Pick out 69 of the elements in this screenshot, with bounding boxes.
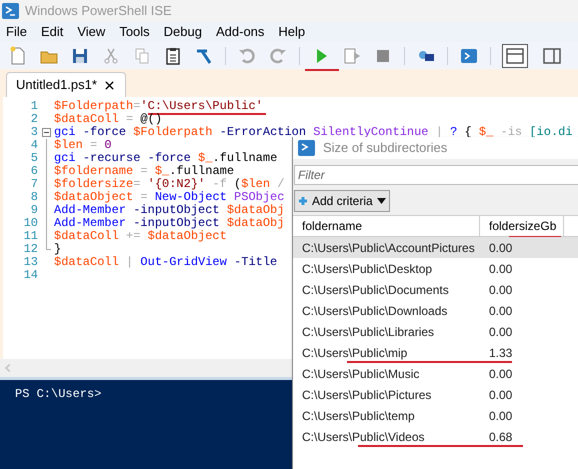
code-line: $dataColl += $dataObject bbox=[54, 230, 227, 243]
line-number: 10 bbox=[22, 217, 38, 230]
column-header[interactable]: foldername bbox=[293, 216, 480, 236]
table-cell-text: C:\Users\Public\Desktop bbox=[301, 260, 434, 276]
table-cell-text: C:\Users\Public\Downloads bbox=[301, 302, 448, 318]
window-title: Windows PowerShell ISE bbox=[25, 2, 172, 20]
underline-mark bbox=[305, 68, 339, 70]
run-selection-icon[interactable] bbox=[342, 46, 362, 66]
line-number: 2 bbox=[30, 113, 38, 126]
table-cell-text: 0.00 bbox=[488, 324, 514, 340]
dialog-title: Size of subdirectories bbox=[323, 139, 448, 158]
table-cell-text: 0.00 bbox=[488, 386, 514, 402]
menu-item[interactable]: Debug bbox=[164, 22, 202, 42]
table-cell-text: C:\Users\Public\Music bbox=[301, 366, 420, 382]
table-cell-text: 0.00 bbox=[488, 282, 514, 298]
table-cell-text: 0.00 bbox=[488, 240, 514, 256]
file-tab[interactable]: Untitled1.ps1* bbox=[6, 72, 126, 97]
code-line: Add-Member -inputObject $dataObj bbox=[54, 204, 284, 217]
powershell-logo-icon bbox=[298, 140, 315, 156]
line-number: 3 bbox=[30, 126, 38, 139]
menu-item[interactable]: Help bbox=[278, 22, 306, 42]
code-line: } bbox=[54, 243, 62, 256]
line-number: 5 bbox=[30, 152, 38, 165]
code-line: gci -recurse -force $_.fullname bbox=[54, 152, 278, 165]
line-number: 11 bbox=[22, 230, 38, 243]
table-cell-text: C:\Users\Public\mip bbox=[301, 344, 408, 360]
collapse-icon[interactable] bbox=[42, 128, 50, 137]
table-cell-text: 0.00 bbox=[488, 408, 514, 424]
menu-item[interactable]: Add-ons bbox=[216, 22, 264, 42]
line-number: 1 bbox=[30, 100, 38, 113]
caret-icon bbox=[376, 198, 386, 204]
code-line: Add-Member -inputObject $dataObj bbox=[54, 217, 284, 230]
table-cell-text: 1.33 bbox=[488, 344, 514, 360]
table-cell-text: C:\Users\Public\temp bbox=[301, 408, 416, 424]
menu-item[interactable]: View bbox=[77, 22, 106, 42]
line-number: 13 bbox=[22, 256, 38, 269]
line-number: 9 bbox=[30, 204, 38, 217]
menu-item[interactable]: Tools bbox=[119, 22, 150, 42]
plus-icon bbox=[298, 196, 308, 206]
filter-field[interactable]: Filter bbox=[294, 165, 578, 185]
table-cell-text: C:\Users\Public\Libraries bbox=[301, 324, 436, 340]
table-cell-text: 0.00 bbox=[488, 302, 514, 318]
table-cell-text: C:\Users\Public\AccountPictures bbox=[301, 240, 476, 256]
code-line: $dataColl = @() bbox=[54, 113, 162, 126]
add-criteria-button[interactable]: Add criteria bbox=[294, 190, 390, 212]
line-number: 7 bbox=[30, 178, 38, 191]
code-line: $foldername = $_.fullname bbox=[54, 165, 234, 178]
layout-toggle[interactable] bbox=[502, 44, 528, 68]
table-cell-text: 0.00 bbox=[488, 260, 514, 276]
menu-item[interactable]: File bbox=[6, 22, 27, 42]
close-icon[interactable] bbox=[102, 78, 116, 92]
table-row[interactable]: C:\Users\Public\AccountPictures 0.00 bbox=[293, 237, 578, 258]
code-line: $dataColl | Out-GridView -Title bbox=[54, 256, 278, 269]
table-cell-text: C:\Users\Public\Pictures bbox=[301, 386, 432, 402]
code-line: $len = 0 bbox=[54, 139, 112, 152]
line-number: 6 bbox=[30, 165, 38, 178]
table-cell-text: 0.68 bbox=[488, 428, 514, 444]
code-line: $Folderpath='C:\Users\Public' bbox=[54, 100, 263, 113]
menu-item[interactable]: Edit bbox=[40, 22, 64, 42]
code-line: $dataObject = New-Object PSObjec bbox=[54, 191, 284, 204]
line-number: 12 bbox=[22, 243, 38, 256]
line-number: 14 bbox=[22, 269, 38, 282]
line-number: 4 bbox=[30, 139, 38, 152]
line-number: 8 bbox=[30, 191, 38, 204]
code-line: $foldersize= '{0:N2}' -f ($len / bbox=[54, 178, 284, 191]
table-cell-text: 0.00 bbox=[488, 366, 514, 382]
table-cell-text: C:\Users\Public\Documents bbox=[301, 282, 450, 298]
console-prompt: PS C:\Users> bbox=[15, 387, 102, 401]
table-cell-text: C:\Users\Public\Videos bbox=[301, 428, 426, 444]
